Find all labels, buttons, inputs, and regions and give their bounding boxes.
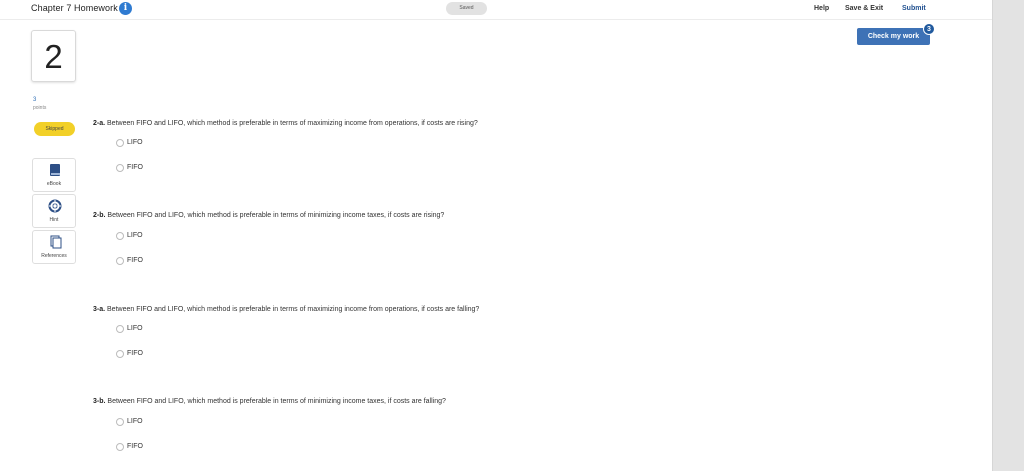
part-text: Between FIFO and LIFO, which method is p… bbox=[105, 306, 480, 313]
option-label: FIFO bbox=[127, 257, 143, 264]
option-label: FIFO bbox=[127, 164, 143, 171]
references-button[interactable]: References bbox=[32, 230, 76, 264]
radio-button[interactable] bbox=[116, 350, 124, 358]
check-attempts-badge: 3 bbox=[923, 23, 935, 35]
radio-button[interactable] bbox=[116, 418, 124, 426]
radio-button[interactable] bbox=[116, 443, 124, 451]
ebook-button[interactable]: eBook bbox=[32, 158, 76, 192]
part-id: 2-b. bbox=[93, 212, 106, 219]
ebook-label: eBook bbox=[46, 181, 62, 187]
radio-button[interactable] bbox=[116, 325, 124, 333]
top-bar: Chapter 7 Homework i Saved Help Save & E… bbox=[0, 0, 992, 20]
option-label: LIFO bbox=[127, 325, 143, 332]
question-part-3a: 3-a. Between FIFO and LIFO, which method… bbox=[93, 306, 479, 313]
question-part-2a: 2-a. Between FIFO and LIFO, which method… bbox=[93, 120, 478, 127]
points-value: 3 bbox=[33, 97, 37, 103]
part-id: 3-b. bbox=[93, 398, 106, 405]
radio-button[interactable] bbox=[116, 257, 124, 265]
document-icon bbox=[33, 235, 75, 249]
option-label: FIFO bbox=[127, 350, 143, 357]
option-label: LIFO bbox=[127, 418, 143, 425]
book-icon bbox=[33, 163, 75, 177]
help-link[interactable]: Help bbox=[814, 5, 829, 12]
part-text: Between FIFO and LIFO, which method is p… bbox=[105, 212, 445, 219]
points-label: points bbox=[33, 105, 47, 111]
hint-button[interactable]: Hint bbox=[32, 194, 76, 228]
hint-label: Hint bbox=[49, 217, 59, 223]
option-label: FIFO bbox=[127, 443, 143, 450]
lifebuoy-icon bbox=[33, 199, 75, 213]
question-number: 2 bbox=[31, 30, 76, 82]
question-part-3b: 3-b. Between FIFO and LIFO, which method… bbox=[93, 398, 446, 405]
saved-status-badge: Saved bbox=[446, 2, 487, 15]
radio-button[interactable] bbox=[116, 139, 124, 147]
part-text: Between FIFO and LIFO, which method is p… bbox=[105, 398, 446, 405]
check-my-work-button[interactable]: Check my work bbox=[857, 28, 930, 45]
info-icon[interactable]: i bbox=[119, 2, 132, 15]
question-part-2b: 2-b. Between FIFO and LIFO, which method… bbox=[93, 212, 444, 219]
radio-button[interactable] bbox=[116, 232, 124, 240]
assignment-title: Chapter 7 Homework bbox=[31, 3, 118, 13]
submit-link[interactable]: Submit bbox=[902, 5, 926, 12]
option-label: LIFO bbox=[127, 232, 143, 239]
references-label: References bbox=[41, 253, 67, 259]
radio-button[interactable] bbox=[116, 164, 124, 172]
status-badge: Skipped bbox=[34, 122, 75, 136]
assignment-page: Chapter 7 Homework i Saved Help Save & E… bbox=[0, 0, 992, 471]
part-id: 3-a. bbox=[93, 306, 106, 313]
part-text: Between FIFO and LIFO, which method is p… bbox=[105, 120, 478, 127]
save-exit-link[interactable]: Save & Exit bbox=[845, 5, 883, 12]
option-label: LIFO bbox=[127, 139, 143, 146]
part-id: 2-a. bbox=[93, 120, 106, 127]
page-gutter bbox=[992, 0, 1024, 471]
